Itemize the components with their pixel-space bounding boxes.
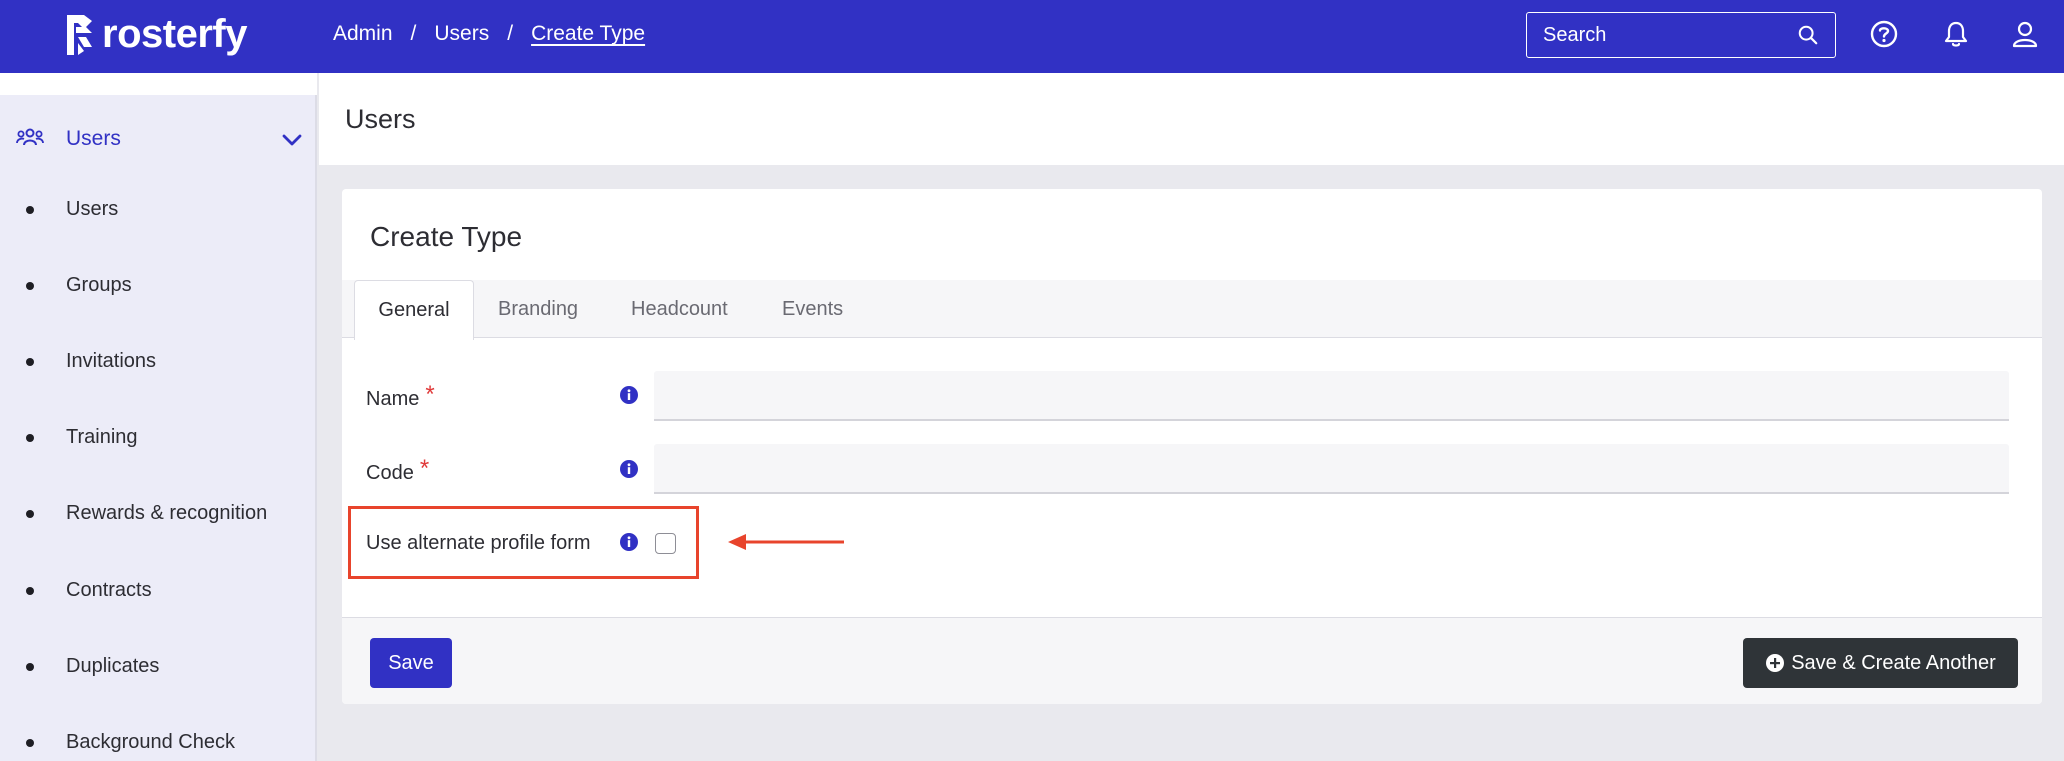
sidebar-item-label: Invitations (66, 350, 157, 372)
breadcrumb-current[interactable]: Create Type (531, 22, 645, 46)
sidebar: Users Users Groups Invitations Training … (0, 73, 317, 761)
code-field-label: Code * (366, 455, 430, 486)
sidebar-item-label: Contracts (66, 579, 152, 601)
sidebar-item-label: Duplicates (66, 655, 160, 677)
sidebar-item-label: Background Check (66, 731, 235, 753)
breadcrumb-admin[interactable]: Admin (333, 22, 393, 46)
required-mark: * (419, 455, 430, 482)
search-icon[interactable] (1797, 24, 1819, 46)
bullet-icon (26, 282, 34, 290)
card-title: Create Type (370, 221, 523, 252)
users-group-icon (16, 128, 44, 146)
tab-headcount[interactable]: Headcount (631, 280, 728, 338)
sidebar-item-groups[interactable]: Groups (0, 267, 317, 307)
search-box[interactable]: Search (1526, 12, 1836, 58)
tab-events[interactable]: Events (782, 280, 843, 338)
info-icon[interactable] (619, 459, 639, 479)
bullet-icon (26, 663, 34, 671)
tab-branding[interactable]: Branding (498, 280, 578, 338)
info-icon[interactable] (619, 385, 639, 405)
search-input[interactable]: Search (1543, 24, 1797, 47)
tab-general[interactable]: General (354, 280, 474, 340)
bell-icon[interactable] (1941, 19, 1971, 49)
annotation-highlight-box (348, 506, 699, 579)
bullet-icon (26, 739, 34, 747)
user-icon[interactable] (2010, 19, 2040, 49)
code-field[interactable] (654, 444, 2009, 494)
sidebar-item-label: Groups (66, 274, 132, 296)
sidebar-item-contracts[interactable]: Contracts (0, 572, 317, 612)
chevron-down-icon[interactable] (281, 129, 303, 151)
bullet-icon (26, 206, 34, 214)
annotation-arrow-icon (728, 534, 844, 550)
bullet-icon (26, 510, 34, 518)
breadcrumb: Admin / Users / Create Type (333, 22, 645, 46)
code-label-text: Code (366, 462, 414, 484)
top-navbar: rosterfy Admin / Users / Create Type Sea… (0, 0, 2064, 73)
sidebar-item-background-check[interactable]: Background Check (0, 724, 317, 761)
page-header: Users (319, 73, 2064, 165)
rosterfy-logo-icon (67, 14, 92, 55)
required-mark: * (425, 381, 435, 408)
sidebar-item-users[interactable]: Users (0, 191, 317, 231)
breadcrumb-users[interactable]: Users (434, 22, 489, 46)
sidebar-item-training[interactable]: Training (0, 419, 317, 459)
bullet-icon (26, 358, 34, 366)
sidebar-item-label: Rewards & recognition (66, 502, 268, 524)
sidebar-section-users[interactable]: Users (0, 119, 317, 159)
sidebar-item-duplicates[interactable]: Duplicates (0, 648, 317, 688)
sidebar-item-rewards[interactable]: Rewards & recognition (0, 495, 317, 535)
plus-circle-icon (1766, 654, 1785, 672)
breadcrumb-separator: / (410, 22, 417, 45)
page-title: Users (345, 104, 416, 134)
name-label-text: Name (366, 388, 420, 410)
brand-name: rosterfy (102, 12, 247, 56)
sidebar-top-strip (0, 73, 317, 95)
sidebar-item-label: Training (66, 426, 138, 448)
sidebar-item-invitations[interactable]: Invitations (0, 343, 317, 383)
tabs-bar: General Branding Headcount Events (342, 280, 2042, 340)
help-icon[interactable] (1869, 19, 1899, 49)
create-type-card: Create Type General Branding Headcount E… (342, 189, 2042, 704)
save-button[interactable]: Save (370, 638, 452, 688)
sidebar-section-label: Users (66, 127, 121, 150)
breadcrumb-separator: / (507, 22, 514, 45)
name-field-label: Name * (366, 381, 435, 412)
brand-logo[interactable]: rosterfy (64, 12, 247, 57)
bullet-icon (26, 434, 34, 442)
save-create-another-button[interactable]: Save & Create Another (1743, 638, 2018, 688)
save-create-another-label: Save & Create Another (1791, 651, 1996, 674)
bullet-icon (26, 587, 34, 595)
sidebar-item-label: Users (66, 198, 119, 220)
name-field[interactable] (654, 371, 2009, 421)
card-footer: Save Save & Create Another (342, 617, 2042, 704)
